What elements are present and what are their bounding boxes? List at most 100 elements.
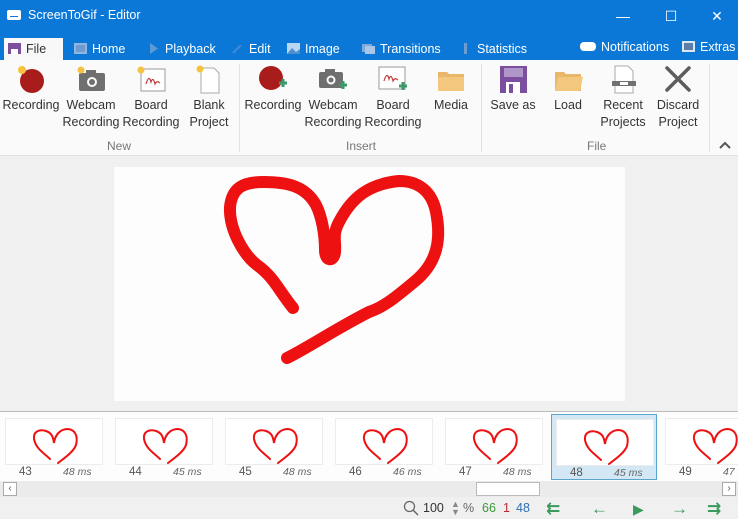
new-recording-button[interactable]: Recording: [2, 64, 60, 114]
new-board-icon: [137, 66, 166, 92]
tab-label: Image: [305, 42, 340, 56]
frame-thumbnail-item[interactable]: 45 48 ms: [221, 414, 327, 480]
floppy-icon: [8, 43, 21, 54]
heart-drawing: [223, 175, 445, 364]
heart-thumbnail-stroke: [692, 427, 738, 464]
info-icon: [464, 43, 467, 54]
frame-thumbnail-item[interactable]: 47 48 ms: [441, 414, 547, 480]
tab-label: Home: [92, 42, 126, 56]
button-label-line1: Discard: [656, 98, 700, 112]
heart-thumbnail-stroke: [32, 427, 78, 464]
transitions-icon: [362, 44, 375, 54]
zoom-input[interactable]: 100: [423, 501, 444, 515]
button-label: Recording: [2, 98, 60, 112]
insert-webcam-recording-button[interactable]: Webcam Recording: [303, 64, 363, 131]
button-label-line1: Board: [376, 98, 410, 112]
frame-duration: 45 ms: [173, 466, 202, 478]
frame-thumbnail-item[interactable]: 43 48 ms: [1, 414, 107, 480]
tab-statistics[interactable]: Statistics: [455, 38, 527, 60]
media-folder-icon: [438, 72, 464, 91]
group-label-new: New: [107, 139, 132, 153]
frame-number: 49: [679, 466, 692, 478]
tab-home[interactable]: Home: [70, 38, 125, 60]
insert-media-button[interactable]: Media: [426, 64, 476, 114]
tab-edit[interactable]: Edit: [227, 38, 271, 60]
extras-icon: [682, 41, 695, 52]
new-webcam-recording-button[interactable]: Webcam Recording: [62, 64, 120, 131]
discard-icon: [665, 66, 691, 92]
notifications-button[interactable]: Notifications: [576, 36, 669, 58]
button-label-line2: Recording: [62, 115, 120, 129]
heart-thumbnail-stroke: [142, 427, 188, 464]
first-frame-button[interactable]: ⇇: [546, 499, 560, 519]
button-label-line1: Board: [134, 98, 168, 112]
insert-recording-button[interactable]: Recording: [243, 64, 303, 114]
zoom-unit: %: [463, 501, 475, 515]
last-frame-button[interactable]: ⇉: [707, 499, 721, 519]
frame-number: 43: [19, 466, 32, 478]
new-recording-icon: [18, 66, 44, 93]
scroll-right-button[interactable]: ›: [722, 482, 736, 496]
recent-projects-button[interactable]: Recent Projects: [597, 64, 649, 131]
frame-thumbnail: [115, 418, 213, 465]
scroll-left-button[interactable]: ‹: [3, 482, 17, 496]
frame-number: 46: [349, 466, 362, 478]
frame-duration: 48 ms: [283, 466, 312, 478]
notification-icon: [580, 42, 596, 51]
save-as-button[interactable]: Save as: [487, 64, 539, 114]
button-label-line1: Blank: [193, 98, 225, 112]
current-frame: 48: [516, 501, 530, 515]
tab-playback[interactable]: Playback: [143, 38, 216, 60]
insert-webcam-icon: [319, 69, 347, 89]
collapse-ribbon-icon[interactable]: [718, 140, 732, 150]
tab-label: Transitions: [380, 42, 441, 56]
button-label-line2: Projects: [600, 115, 646, 129]
frame-duration: 48 ms: [503, 466, 532, 478]
button-label-line2: Recording: [304, 115, 362, 129]
status-bar: 100 ▲ ▼ % 66 1 48 ⇇ ← ▶ → ⇉: [0, 497, 738, 519]
minimize-button[interactable]: —: [600, 5, 646, 27]
previous-frame-button[interactable]: ←: [591, 499, 608, 519]
tab-label: Edit: [249, 42, 271, 56]
button-label-line2: Project: [189, 115, 229, 129]
frame-thumbnail-item[interactable]: 48 45 ms: [551, 414, 657, 480]
horizontal-scrollbar[interactable]: ‹ ›: [0, 481, 738, 497]
frame-thumbnail-item[interactable]: 49 47 ms: [661, 414, 738, 480]
button-label-line1: Webcam: [66, 98, 116, 112]
play-button[interactable]: ▶: [633, 501, 644, 518]
frame-number: 48: [570, 467, 583, 479]
insert-recording-icon: [259, 66, 287, 90]
new-board-recording-button[interactable]: Board Recording: [122, 64, 180, 131]
blank-project-icon: [196, 65, 220, 94]
title-bar: ScreenToGif - Editor — ☐ ✕: [0, 0, 738, 34]
button-label-line2: Project: [658, 115, 698, 129]
blank-project-button[interactable]: Blank Project: [182, 64, 236, 131]
frame-duration: 47 ms: [723, 466, 738, 478]
tab-image[interactable]: Image: [283, 38, 340, 60]
next-frame-button[interactable]: →: [671, 499, 688, 519]
close-button[interactable]: ✕: [694, 5, 738, 27]
button-label: Save as: [490, 98, 536, 112]
zoom-stepper[interactable]: ▲ ▼: [451, 500, 460, 517]
group-label-file: File: [587, 139, 607, 153]
group-separator: [239, 64, 240, 152]
new-webcam-icon: [77, 66, 105, 91]
load-button[interactable]: Load: [545, 64, 591, 114]
frame-count: 66: [482, 501, 496, 515]
frame-thumbnail: [445, 418, 543, 465]
frame-duration: 48 ms: [63, 466, 92, 478]
frame-list[interactable]: 43 48 ms 44 45 ms 45 48 ms 46 46 ms 47 48 ms 48 45 …: [0, 411, 738, 481]
button-label-line1: Recent: [603, 98, 643, 112]
extras-button[interactable]: Extras: [678, 36, 735, 58]
ribbon-panel: Recording Webcam Recording Board Recordi…: [0, 60, 738, 156]
tab-transitions[interactable]: Transitions: [358, 38, 441, 60]
tab-file[interactable]: File: [4, 38, 63, 60]
frame-thumbnail-item[interactable]: 46 46 ms: [331, 414, 437, 480]
insert-board-recording-button[interactable]: Board Recording: [363, 64, 423, 131]
maximize-button[interactable]: ☐: [648, 5, 694, 27]
frame-thumbnail-item[interactable]: 44 45 ms: [111, 414, 217, 480]
frame-preview: [114, 167, 625, 401]
scroll-thumb[interactable]: [476, 482, 540, 496]
play-icon: [150, 43, 158, 54]
discard-project-button[interactable]: Discard Project: [651, 64, 705, 131]
